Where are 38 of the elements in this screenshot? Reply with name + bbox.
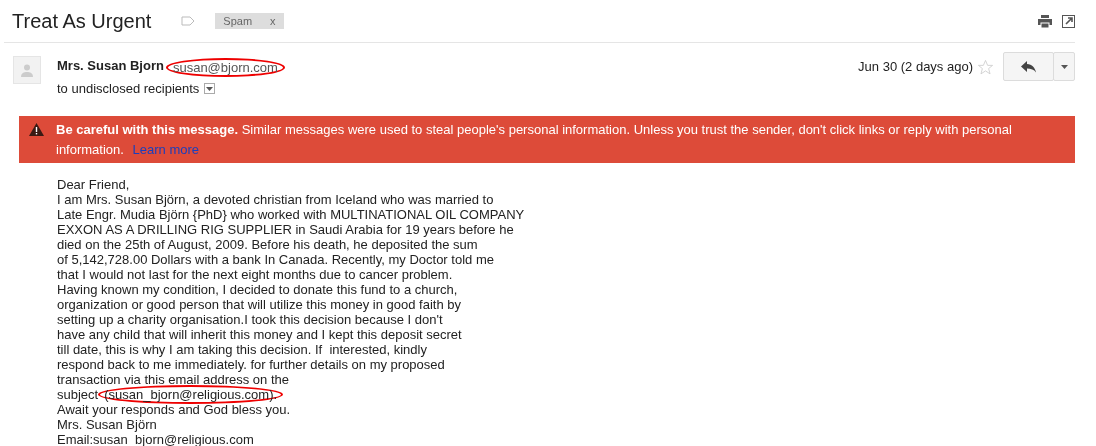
new-window-icon[interactable]	[1062, 14, 1075, 28]
star-icon[interactable]	[977, 59, 994, 76]
body-text-line: that I would not last for the next eight months due to cancer problem.	[57, 267, 453, 282]
remove-label-button[interactable]: x	[270, 15, 276, 27]
more-button[interactable]	[1053, 52, 1075, 81]
body-text-line: died on the 25th of August, 2009. Before his death, he deposited the sum	[57, 237, 478, 252]
email-address-text: (susan_bjorn@religious.com).	[98, 385, 284, 404]
body-text-line: organization or good person that will utilize this money in good faith by	[57, 297, 461, 312]
reply-button[interactable]	[1003, 52, 1054, 81]
body-text-line: EXXON AS A DRILLING RIG SUPPLIER in Saudi Arabia for 19 years before he	[57, 222, 514, 237]
body-text-line: Late Engr. Mudia Björn {PhD} who worked with MULTINATIONAL OIL COMPANY	[57, 207, 525, 222]
body-text-line: have any child that will inherit this money and I kept this deposit secret	[57, 327, 462, 342]
print-icon[interactable]	[1038, 14, 1052, 28]
avatar	[13, 56, 41, 84]
body-text-line: Mrs. Susan Björn	[57, 417, 157, 432]
body-text-line: Having known my condition, I decided to donate this fund to a church,	[57, 282, 458, 297]
message-date: Jun 30 (2 days ago)	[858, 59, 973, 74]
sender-name: Mrs. Susan Bjorn	[57, 58, 164, 75]
body-text-line: Dear Friend,	[57, 177, 130, 192]
sender-email: susan@bjorn.com	[165, 58, 285, 77]
recipients-text: to undisclosed recipients	[57, 81, 200, 96]
email-subject: Treat As Urgent	[12, 9, 152, 33]
body-text-line: respond back to me immediately. for further details on my proposed	[57, 357, 445, 372]
reply-icon	[1020, 60, 1037, 73]
body-text-line: subject	[57, 387, 99, 402]
body-text-line: of 5,142,728.00 Dollars with a bank In Canada. Recently, my Doctor told me	[57, 252, 494, 267]
body-text-line: transaction via this email address on the	[57, 372, 289, 387]
body-text-line: setting up a charity organisation.I took this decision because I don't	[57, 312, 443, 327]
warning-message: Be careful with this message. Similar messages were used to steal people's personal information. Unless you trust the sender, don't click links or reply with personal information. Learn more	[56, 121, 1013, 159]
body-text-line: Email:susan_bjorn@religious.com	[57, 432, 254, 446]
body-text-line: I am Mrs. Susan Björn, a devoted christian from Iceland who was married to	[57, 192, 494, 207]
body-text-line: Await your responds and God bless you.	[57, 402, 291, 417]
caret-icon	[206, 86, 214, 91]
spam-label: Spam x	[215, 13, 284, 29]
warning-icon	[29, 123, 44, 136]
caret-icon	[1060, 64, 1068, 69]
body-text-line: till date, this is why I am taking this decision. If interested, kindly	[57, 342, 427, 357]
details-dropdown[interactable]	[204, 83, 216, 94]
